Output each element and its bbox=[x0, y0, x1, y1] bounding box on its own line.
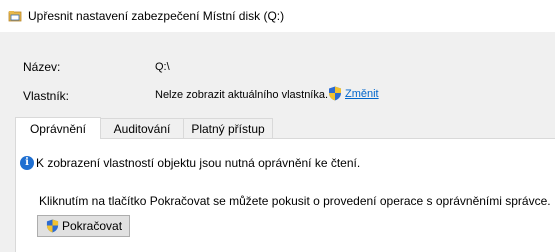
change-link-text[interactable]: Změnit bbox=[345, 88, 379, 100]
owner-label: Vlastník: bbox=[23, 89, 70, 103]
tab-effective-access-label: Platný přístup bbox=[191, 122, 265, 136]
title-bar: Upřesnit nastavení zabezpečení Místní di… bbox=[0, 0, 555, 32]
uac-shield-icon[interactable] bbox=[328, 86, 342, 101]
tab-auditing-label: Auditování bbox=[113, 122, 171, 136]
name-value: Q:\ bbox=[155, 61, 170, 73]
tab-permissions[interactable]: Oprávnění bbox=[15, 117, 101, 139]
tab-permissions-label: Oprávnění bbox=[29, 122, 87, 136]
info-message: K zobrazení vlastností objektu jsou nutn… bbox=[36, 156, 361, 170]
tab-effective-access[interactable]: Platný přístup bbox=[183, 118, 273, 138]
owner-value: Nelze zobrazit aktuálního vlastníka. bbox=[155, 89, 329, 101]
folder-security-icon bbox=[8, 11, 22, 22]
info-icon: i bbox=[20, 156, 34, 170]
name-label: Název: bbox=[23, 60, 61, 74]
help-message: Kliknutím na tlačítko Pokračovat se může… bbox=[39, 194, 551, 208]
change-owner-link[interactable]: Změnit bbox=[345, 88, 379, 100]
continue-button-label: Pokračovat bbox=[62, 219, 123, 233]
uac-shield-icon bbox=[46, 219, 59, 233]
continue-button[interactable]: Pokračovat bbox=[37, 215, 130, 237]
window-title: Upřesnit nastavení zabezpečení Místní di… bbox=[28, 9, 285, 23]
tab-auditing[interactable]: Auditování bbox=[100, 118, 184, 138]
